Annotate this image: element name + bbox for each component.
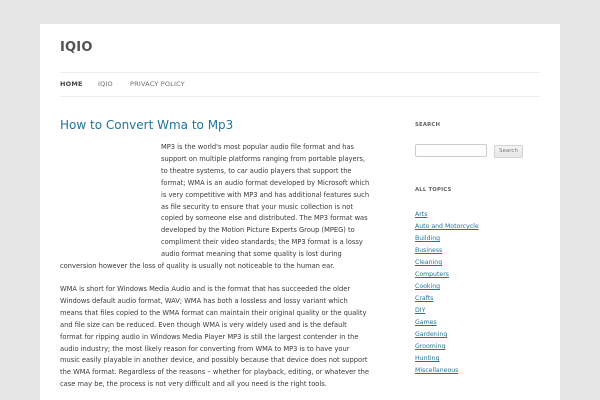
- topic-link-miscellaneous[interactable]: Miscellaneous: [415, 365, 479, 377]
- nav-item-privacy-policy[interactable]: PRIVACY POLICY: [130, 80, 185, 88]
- topic-link-cooking[interactable]: Cooking: [415, 281, 479, 293]
- page: IQIO HOME IQIO PRIVACY POLICY How to Con…: [40, 24, 560, 400]
- search-widget-title: SEARCH: [415, 122, 441, 128]
- search-button[interactable]: Search: [494, 145, 523, 158]
- site-title[interactable]: IQIO: [60, 40, 93, 55]
- nav-item-iqio[interactable]: IQIO: [98, 80, 113, 88]
- topic-link-hunting[interactable]: Hunting: [415, 353, 479, 365]
- topic-link-building[interactable]: Building: [415, 233, 479, 245]
- nav-item-home[interactable]: HOME: [60, 80, 83, 88]
- topics-list: Arts Auto and Motorcycle Building Busine…: [415, 209, 479, 377]
- post-body: MP3 is the world's most popular audio fi…: [60, 142, 370, 400]
- post-image-placeholder: [60, 142, 161, 260]
- post-title[interactable]: How to Convert Wma to Mp3: [60, 118, 233, 132]
- topic-link-games[interactable]: Games: [415, 317, 479, 329]
- topic-link-crafts[interactable]: Crafts: [415, 293, 479, 305]
- topic-link-cleaning[interactable]: Cleaning: [415, 257, 479, 269]
- topic-link-arts[interactable]: Arts: [415, 209, 479, 221]
- topic-link-computers[interactable]: Computers: [415, 269, 479, 281]
- main-navigation: HOME IQIO PRIVACY POLICY: [60, 72, 540, 97]
- topics-widget-title: ALL TOPICS: [415, 187, 452, 193]
- topic-link-grooming[interactable]: Grooming: [415, 341, 479, 353]
- topic-link-diy[interactable]: DIY: [415, 305, 479, 317]
- topic-link-business[interactable]: Business: [415, 245, 479, 257]
- post-paragraph: WMA is short for Windows Media Audio and…: [60, 284, 370, 389]
- topic-link-gardening[interactable]: Gardening: [415, 329, 479, 341]
- search-input[interactable]: [415, 144, 487, 157]
- topic-link-auto-and-motorcycle[interactable]: Auto and Motorcycle: [415, 221, 479, 233]
